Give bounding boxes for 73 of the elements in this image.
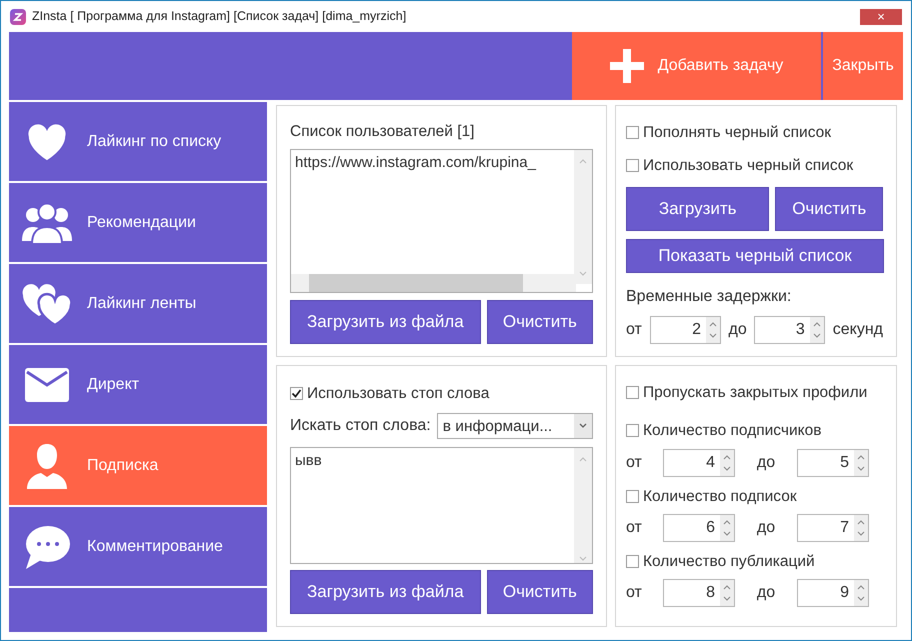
checkbox[interactable] [626,424,639,438]
spinner-arrows-icon [720,450,734,476]
number-spinner[interactable]: 6 [663,514,735,542]
app-logo-icon [10,8,26,24]
close-button[interactable]: × [860,8,902,24]
envelope-icon [24,366,70,402]
two-hearts-icon [21,282,73,326]
sidebar-item[interactable]: Комментирование [9,507,267,586]
to-label: до [756,452,776,472]
spinner-arrows-icon [854,514,868,541]
close-button[interactable]: Закрыть [823,32,903,100]
sidebar-item[interactable]: Лайкинг ленты [9,264,267,343]
search-label: Искать стоп слова: [290,416,431,436]
from-label: от [626,518,643,538]
spinner-arrows-icon [810,317,824,343]
from-label: от [626,452,643,472]
clear-button[interactable]: Очистить [486,300,593,344]
stop-words-field[interactable]: ывв [290,447,593,564]
spinner-arrows-icon [720,580,734,606]
vertical-scrollbar[interactable] [574,448,592,563]
spinner-arrows-icon [720,514,734,541]
delays-label: Временные задержки: [626,287,792,307]
checkbox-label: Пополнять черный список [643,123,832,143]
user-icon [25,442,69,490]
checkbox-label: Количество подписчиков [643,421,822,442]
number-spinner[interactable]: 9 [797,579,869,607]
checkbox[interactable] [290,387,303,400]
caret-icon [574,414,592,438]
checkbox-label: Количество подписок [643,486,797,506]
load-button[interactable]: Загрузить [626,186,770,230]
search-dropdown[interactable]: в информаци... [436,413,593,440]
window-title: ZInsta [ Программа для Instagram] [Список задач] [dima_myrzich] [32,8,406,26]
sidebar-item[interactable]: Директ [9,345,267,424]
spinner-arrows-icon [706,317,720,343]
checkbox-label: Количество публикаций [643,552,815,572]
number-spinner[interactable]: 5 [797,448,869,476]
checkbox[interactable] [626,126,639,140]
number-spinner[interactable]: 3 [754,316,825,344]
add-task-button[interactable]: Добавить задачу [572,32,821,100]
speech-bubble-icon [23,524,71,570]
clear-button[interactable]: Очистить [486,570,593,614]
sidebar-item[interactable]: Подписка [9,426,267,505]
spinner-arrows-icon [854,580,868,606]
to-label: до [756,518,776,538]
number-spinner[interactable]: 4 [663,448,735,476]
spinner-arrows-icon [854,450,868,476]
to-label: до [727,320,748,340]
panel-title: Список пользователей [1] [290,122,476,142]
vertical-scrollbar[interactable] [574,150,592,284]
sidebar-item[interactable]: Рекомендации [9,183,267,262]
checkbox-label: Использовать черный список [643,156,854,176]
sidebar-item[interactable]: Лайкинг по списку [9,102,267,181]
user-list-field[interactable]: https://www.instagram.com/krupina_ [290,149,593,293]
check-icon [291,388,302,400]
from-label: от [626,320,643,340]
number-spinner[interactable]: 2 [650,316,721,344]
seconds-label: секунд [832,320,883,340]
checkbox-label: Пропускать закрытых профили [643,383,868,403]
load-from-file-button[interactable]: Загрузить из файла [290,300,481,344]
horizontal-scrollbar[interactable] [291,274,576,292]
from-label: от [626,583,643,603]
load-from-file-button[interactable]: Загрузить из файла [290,570,481,614]
checkbox[interactable] [626,490,639,503]
number-spinner[interactable]: 7 [797,514,869,542]
checkbox[interactable] [626,159,639,172]
checkbox-label: Использовать стоп слова [307,384,490,404]
checkbox[interactable] [626,386,639,400]
show-blacklist-button[interactable]: Показать черный список [626,238,884,273]
to-label: до [756,583,776,603]
checkbox[interactable] [626,554,639,568]
plus-icon [610,49,644,83]
number-spinner[interactable]: 8 [663,579,735,607]
clear-button[interactable]: Очистить [775,186,883,230]
